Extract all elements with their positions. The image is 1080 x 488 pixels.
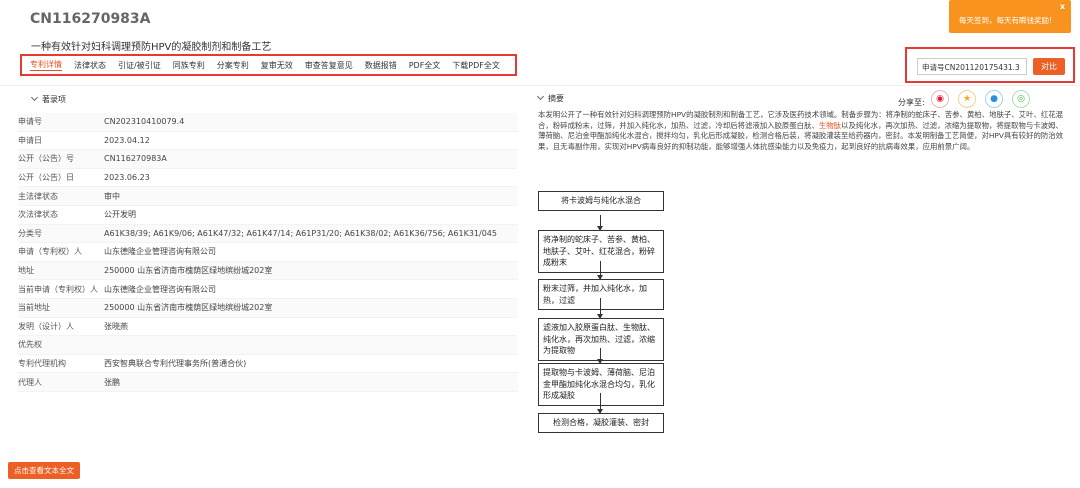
signin-reward-toast[interactable]: x 每天签到，每天有瞬钱奖励! [949,0,1071,33]
field-label: 公开（公告）号 [18,154,74,164]
tab-patent-details[interactable]: 专利详情 [30,59,62,71]
table-row: 主法律状态 审中 [18,187,518,206]
flow-arrow [597,261,603,280]
table-row: 次法律状态 公开发明 [18,206,518,225]
weibo-icon[interactable]: ◉ [931,90,949,108]
field-value: 2023.04.12 [104,135,150,145]
qzone-icon[interactable]: ★ [958,90,976,108]
field-value: CN202310410079.4 [104,117,185,127]
table-row: 发明（设计）人 张晓燕 [18,318,518,337]
field-value: 250000 山东省济南市槐荫区绿地缤纷城202室 [104,266,273,276]
field-label: 申请号 [18,117,42,127]
process-flowchart: 将卡波姆与纯化水混合 将净制的蛇床子、苦参、黄柏、地肤子、艾叶、红花混合，粉碎成… [530,188,672,448]
abstract-section-header[interactable]: 摘要 [536,92,564,104]
field-label: 代理人 [18,377,42,387]
abstract-highlight[interactable]: 生物肽 [819,121,841,130]
view-full-text-button[interactable]: 点击查看文本全文 [8,462,80,479]
field-value: 山东德隆企业管理咨询有限公司 [104,284,216,294]
divider [0,85,1080,86]
qq-icon[interactable]: ● [985,90,1003,108]
table-row: 分类号 A61K38/39; A61K9/06; A61K47/32; A61K4… [18,224,518,244]
field-label: 优先权 [18,340,42,350]
toast-message: 每天签到，每天有瞬钱奖励! [959,16,1053,25]
field-value: CN116270983A [104,154,167,164]
field-value: 西安智典联合专利代理事务所(普通合伙) [104,359,247,369]
tab-download-pdf[interactable]: 下载PDF全文 [452,60,500,71]
field-label: 分类号 [18,228,42,238]
field-value: 山东德隆企业管理咨询有限公司 [104,247,216,257]
tab-divisional-patents[interactable]: 分案专利 [217,60,249,71]
field-value: 2023.06.23 [104,173,150,183]
field-value: A61K38/39; A61K9/06; A61K47/32; A61K47/1… [104,228,497,238]
field-value: 审中 [104,191,120,201]
table-row: 公开（公告）号 CN116270983A [18,150,518,169]
tab-examination-replies[interactable]: 审查答复意见 [305,60,353,71]
publication-number: CN116270983A [30,11,151,27]
field-value: 250000 山东省济南市槐荫区绿地缤纷城202室 [104,303,273,313]
flow-step: 将净制的蛇床子、苦参、黄柏、地肤子、艾叶、红花混合，粉碎成粉末 [538,230,664,273]
tab-family-patents[interactable]: 同族专利 [173,60,205,71]
compare-panel: 申请号CN201120175431.3 对比 [905,47,1075,83]
field-label: 公开（公告）日 [18,173,74,183]
abstract-section-title: 摘要 [548,94,564,103]
table-row: 代理人 张鹏 [18,373,518,392]
bibliography-section-title: 著录项 [42,95,66,104]
field-label: 次法律状态 [18,210,58,220]
table-row: 地址 250000 山东省济南市槐荫区绿地缤纷城202室 [18,261,518,281]
abstract-text: 本发明公开了一种有效针对妇科调理预防HPV的凝胶制剂和制备工艺，它涉及医药技术领… [538,110,1070,152]
flow-arrow [597,348,603,364]
tab-reexamination[interactable]: 复审无效 [261,60,293,71]
field-label: 当前申请（专利权）人 [18,284,98,294]
tab-legal-status[interactable]: 法律状态 [74,60,106,71]
field-label: 专利代理机构 [18,359,66,369]
flow-arrow [597,298,603,319]
flow-step: 检测合格，凝胶灌装、密封 [538,413,664,433]
tab-report-error[interactable]: 数据报错 [365,60,397,71]
close-icon[interactable]: x [1060,2,1065,11]
table-row: 申请日 2023.04.12 [18,132,518,151]
tab-citations[interactable]: 引证/被引证 [118,60,161,71]
flow-step: 提取物与卡波姆、薄荷脑、尼泊金甲酯加纯化水混合均匀，乳化形成凝胶 [538,363,664,406]
field-label: 申请（专利权）人 [18,247,82,257]
bibliography-table: 申请号 CN202310410079.4 申请日 2023.04.12 公开（公告）号 C… [18,113,518,392]
field-value: 张鹏 [104,377,120,387]
chevron-down-icon [30,93,39,102]
field-label: 地址 [18,266,34,276]
table-row: 专利代理机构 西安智典联合专利代理事务所(普通合伙) [18,355,518,374]
bibliography-section-header[interactable]: 著录项 [30,93,66,105]
field-label: 发明（设计）人 [18,321,74,331]
field-label: 申请日 [18,135,42,145]
field-label: 当前地址 [18,303,50,313]
flow-arrow [597,215,603,231]
field-label: 主法律状态 [18,191,58,201]
field-value: 公开发明 [104,210,136,220]
compare-button[interactable]: 对比 [1033,58,1065,75]
patent-detail-page: CN116270983A 一种有效针对妇科调理预防HPV的凝胶制剂和制备工艺 专… [0,0,1080,488]
flow-step: 将卡波姆与纯化水混合 [538,191,664,211]
wechat-icon[interactable]: ◎ [1012,90,1030,108]
flow-step: 滤液加入胶原蛋白肽、生物肽、纯化水，再次加热、过滤，浓缩为提取物 [538,318,664,361]
table-row: 当前申请（专利权）人 山东德隆企业管理咨询有限公司 [18,280,518,299]
table-row: 优先权 [18,336,518,355]
tab-bar: 专利详情 法律状态 引证/被引证 同族专利 分案专利 复审无效 审查答复意见 数… [20,54,517,76]
chevron-down-icon [536,92,545,101]
compare-application-input[interactable]: 申请号CN201120175431.3 [917,58,1027,75]
table-row: 公开（公告）日 2023.06.23 [18,169,518,188]
table-row: 申请号 CN202310410079.4 [18,113,518,132]
flow-step: 粉末过筛，并加入纯化水，加热，过滤 [538,279,664,310]
flow-arrow [597,393,603,414]
table-row: 申请（专利权）人 山东德隆企业管理咨询有限公司 [18,243,518,262]
field-value: 张晓燕 [104,321,128,331]
patent-title: 一种有效针对妇科调理预防HPV的凝胶制剂和制备工艺 [31,42,272,53]
tab-pdf-fulltext[interactable]: PDF全文 [409,60,441,71]
share-label: 分享至: [898,98,925,107]
table-row: 当前地址 250000 山东省济南市槐荫区绿地缤纷城202室 [18,298,518,318]
